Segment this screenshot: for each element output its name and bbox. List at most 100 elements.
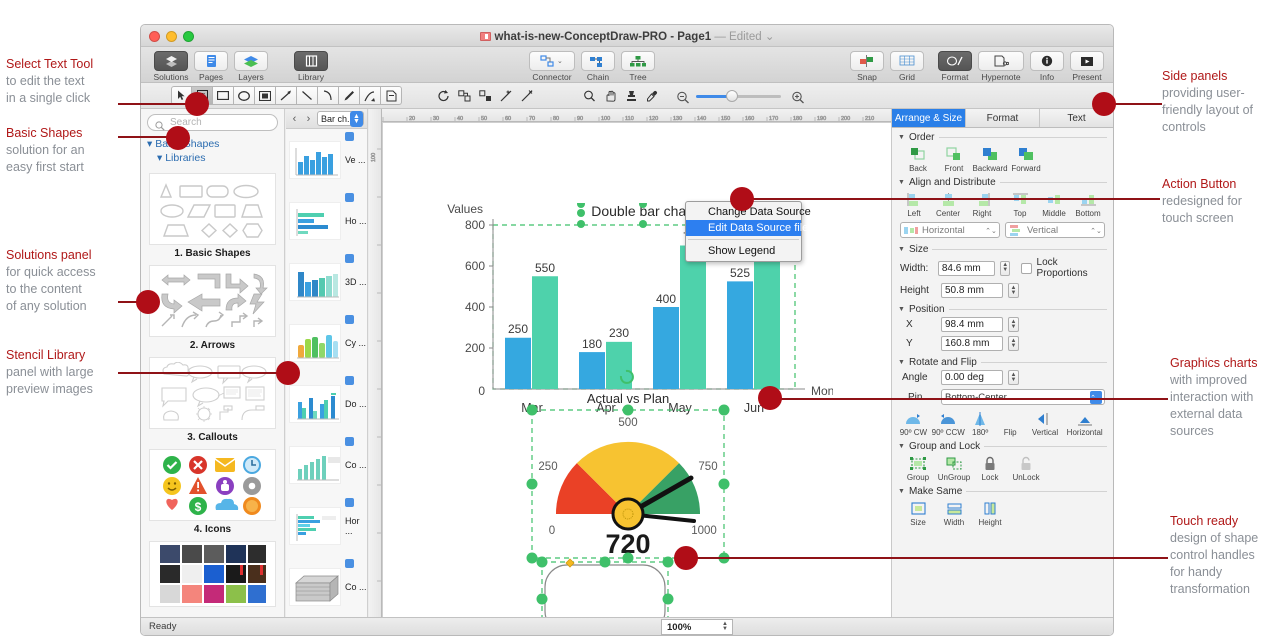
disclosure-triangle-icon[interactable]: ▼ (898, 179, 905, 186)
icons-thumb[interactable]: $ (149, 449, 276, 521)
button-back[interactable]: Back (900, 146, 936, 173)
section-header[interactable]: ▼ Rotate and Flip (892, 357, 1113, 368)
merge-icon[interactable] (475, 86, 496, 105)
horizontal-ruler[interactable]: 20 30 40 50 60 70 80 90 100 110 120 130 (369, 109, 891, 122)
page-icon[interactable] (381, 86, 402, 105)
button-align-top[interactable]: Top (1003, 191, 1037, 218)
button-group[interactable]: Group (900, 455, 936, 482)
pen-icon[interactable] (339, 86, 360, 105)
toolbar-button-tree[interactable]: Tree (618, 51, 658, 82)
disclosure-triangle-icon[interactable]: ▼ (898, 443, 905, 450)
button-front[interactable]: Front (936, 146, 972, 173)
button-align-left[interactable]: Left (897, 191, 931, 218)
edited-caret-icon[interactable]: ⌄ (762, 31, 775, 43)
chevron-down-icon[interactable]: ⌃⌄ (985, 224, 997, 237)
chevron-left-icon[interactable]: ‹ (289, 113, 300, 125)
button-lock[interactable]: Lock (972, 455, 1008, 482)
toolbar-button-info[interactable]: Info (1027, 51, 1067, 82)
tab-format[interactable]: Format (966, 109, 1040, 127)
toolbar-button-grid[interactable]: Grid (887, 51, 927, 82)
width-stepper[interactable]: ▲ ▼ (1000, 260, 1011, 276)
lock-proportions-checkbox[interactable] (1021, 262, 1032, 274)
split-icon[interactable] (454, 86, 475, 105)
stamp-icon[interactable] (621, 86, 642, 105)
pin-select[interactable]: Bottom-Center ⌃⌄ (941, 389, 1105, 405)
button-unlock[interactable]: UnLock (1008, 455, 1044, 482)
basic-shapes-thumb[interactable] (149, 173, 276, 245)
button-flip-vertical[interactable]: Vertical (1026, 410, 1065, 437)
section-header[interactable]: ▼ Make Same (892, 486, 1113, 497)
button-forward[interactable]: Forward (1008, 146, 1044, 173)
library-selector[interactable]: Bar ch... ▲ ▼ (317, 111, 364, 127)
section-header[interactable]: ▼ Align and Distribute (892, 177, 1113, 188)
x-input[interactable]: 98.4 mm (941, 317, 1003, 332)
button-rotate-180[interactable]: 180º (966, 410, 995, 437)
zoom-slider-thumb[interactable] (726, 90, 738, 102)
library-item[interactable]: Cy ... (286, 312, 367, 373)
button-flip-horizontal[interactable]: Horizontal (1064, 410, 1105, 437)
curve-icon[interactable] (360, 86, 381, 105)
button-align-bottom[interactable]: Bottom (1071, 191, 1105, 218)
library-item[interactable]: Co ... (286, 556, 367, 617)
library-item[interactable]: Hor ... (286, 495, 367, 556)
arrows-thumb[interactable] (149, 265, 276, 337)
library-item[interactable]: 3D ... (286, 251, 367, 312)
width-input[interactable]: 84.6 mm (937, 260, 996, 276)
angle-stepper[interactable]: ▲ ▼ (1008, 370, 1019, 385)
chevron-right-icon[interactable]: › (303, 113, 314, 125)
x-stepper[interactable]: ▲ ▼ (1008, 317, 1019, 332)
disclosure-triangle-icon[interactable]: ▼ (898, 488, 905, 495)
zoom-stepper-icon[interactable]: ▲ ▼ (722, 621, 728, 632)
toolbar-button-layers[interactable]: Layers (231, 51, 271, 82)
toolbar-button-format[interactable]: Format (935, 51, 975, 82)
button-rotate-90-cw[interactable]: 90º CW (896, 410, 931, 437)
line-arrow-icon[interactable] (276, 86, 297, 105)
library-item[interactable]: Do ... (286, 373, 367, 434)
distribute-horizontal-select[interactable]: Horizontal ⌃⌄ (900, 222, 1000, 238)
section-header[interactable]: ▼ Size (892, 244, 1113, 255)
library-items-list[interactable]: Ve ... Ho ... 3D ... Cy ... Do ... Co ..… (286, 129, 367, 635)
toolbar-button-connector[interactable]: ⌄ Connector (526, 51, 578, 82)
library-item[interactable]: Co ... (286, 434, 367, 495)
section-header[interactable]: ▼ Position (892, 304, 1113, 315)
button-align-center[interactable]: Center (931, 191, 965, 218)
chevron-down-icon[interactable]: ⌃⌄ (1090, 224, 1102, 237)
tree-item-libraries[interactable]: ▾ Libraries (147, 151, 278, 165)
button-rotate-90-ccw[interactable]: 90º CCW (931, 410, 966, 437)
disclosure-triangle-icon[interactable]: ▼ (898, 359, 905, 366)
rotate-icon[interactable] (433, 86, 454, 105)
button-same-height[interactable]: Height (972, 500, 1008, 527)
button-ungroup[interactable]: UnGroup (936, 455, 972, 482)
zoom-slider[interactable] (696, 90, 781, 102)
search-input[interactable]: Search (147, 114, 278, 131)
button-align-middle[interactable]: Middle (1037, 191, 1071, 218)
toolbar-button-solutions[interactable]: Solutions (151, 51, 191, 82)
y-stepper[interactable]: ▲ ▼ (1008, 336, 1019, 351)
disclosure-triangle-icon[interactable]: ▼ (898, 306, 905, 313)
menu-item-edit-data-source-file[interactable]: Edit Data Source file (686, 220, 808, 236)
arc-icon[interactable] (318, 86, 339, 105)
line-icon[interactable] (297, 86, 318, 105)
rectangle-icon[interactable] (213, 86, 234, 105)
toolbar-button-pages[interactable]: Pages (191, 51, 231, 82)
distribute-vertical-select[interactable]: Vertical ⌃⌄ (1005, 222, 1105, 238)
callouts-thumb[interactable] (149, 357, 276, 429)
angle-input[interactable]: 0.00 deg (941, 370, 1003, 385)
toolbar-button-snap[interactable]: Snap (847, 51, 887, 82)
toolbar-button-library[interactable]: Library (291, 51, 331, 82)
zoom-level-field[interactable]: 100% ▲ ▼ (661, 619, 733, 635)
zoom-in-icon[interactable] (791, 91, 805, 109)
y-input[interactable]: 160.8 mm (941, 336, 1003, 351)
menu-item-show-legend[interactable]: Show Legend (686, 243, 801, 259)
connect-icon[interactable] (496, 86, 517, 105)
disconnect-icon[interactable] (517, 86, 538, 105)
button-same-size[interactable]: Size (900, 500, 936, 527)
vertical-ruler[interactable]: 100 (369, 109, 382, 635)
button-backward[interactable]: Backward (972, 146, 1008, 173)
library-item[interactable]: Ho ... (286, 190, 367, 251)
toolbar-button-present[interactable]: Present (1067, 51, 1107, 82)
toolbar-button-chain[interactable]: Chain (578, 51, 618, 82)
library-item[interactable]: Ve ... (286, 129, 367, 190)
disclosure-triangle-icon[interactable]: ▼ (898, 134, 905, 141)
height-stepper[interactable]: ▲ ▼ (1008, 283, 1019, 298)
